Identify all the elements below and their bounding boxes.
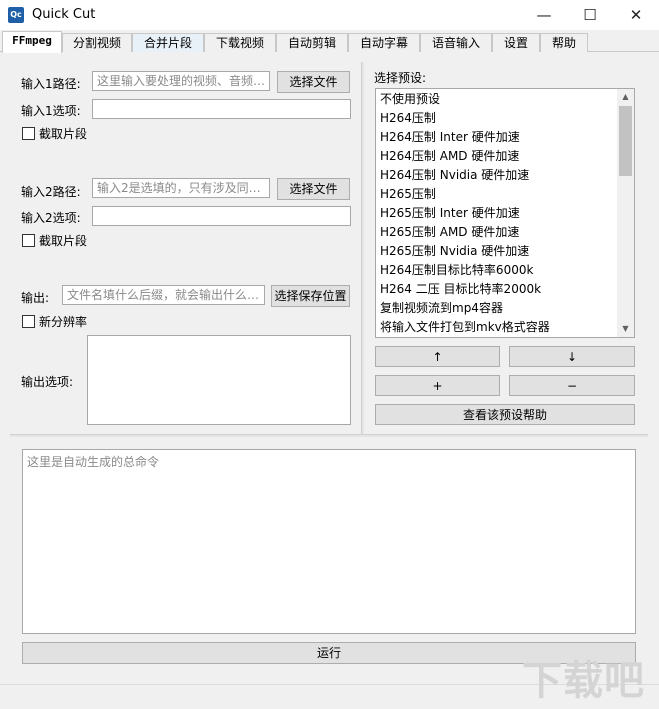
- preset-item[interactable]: H265压制 AMD 硬件加速: [380, 223, 519, 242]
- preset-item[interactable]: 将输入文件打包到mkv格式容器: [380, 318, 550, 337]
- tab-ffmpeg[interactable]: FFmpeg: [2, 31, 62, 53]
- output-label: 输出:: [21, 291, 50, 305]
- input2-select-file-button[interactable]: 选择文件: [277, 178, 350, 200]
- preset-item[interactable]: H264压制 AMD 硬件加速: [380, 147, 519, 166]
- preset-item[interactable]: H265压制 Inter 硬件加速: [380, 204, 520, 223]
- preset-item[interactable]: H265压制 Nvidia 硬件加速: [380, 242, 529, 261]
- remove-preset-button[interactable]: −: [509, 375, 635, 396]
- scroll-down-icon[interactable]: ▼: [619, 323, 632, 335]
- input1-options-field[interactable]: [92, 99, 351, 119]
- add-preset-button[interactable]: +: [375, 375, 500, 396]
- preset-help-button[interactable]: 查看该预设帮助: [375, 404, 635, 425]
- maximize-button[interactable]: ☐: [567, 0, 613, 30]
- input1-select-file-button[interactable]: 选择文件: [277, 71, 350, 93]
- input2-path-field[interactable]: 输入2是选填的，只有涉及同…: [92, 178, 270, 198]
- input2-options-field[interactable]: [92, 206, 351, 226]
- tab-settings[interactable]: 设置: [492, 33, 540, 52]
- tab-auto-edit[interactable]: 自动剪辑: [276, 33, 348, 52]
- scroll-thumb[interactable]: [619, 106, 632, 176]
- new-resolution-checkbox[interactable]: [22, 315, 35, 328]
- tab-help[interactable]: 帮助: [540, 33, 588, 52]
- vertical-divider[interactable]: [361, 62, 364, 434]
- preset-item[interactable]: H265压制: [380, 185, 436, 204]
- new-resolution-label: 新分辨率: [39, 315, 88, 329]
- output-options-field[interactable]: [87, 335, 351, 425]
- input1-clip-label: 截取片段: [39, 127, 88, 141]
- input2-clip-checkbox[interactable]: [22, 234, 35, 247]
- input1-options-label: 输入1选项:: [21, 104, 81, 118]
- horizontal-divider[interactable]: [10, 434, 648, 437]
- move-down-button[interactable]: ↓: [509, 346, 635, 367]
- watermark-logo: 下载吧: [522, 658, 645, 704]
- tab-auto-subtitle[interactable]: 自动字幕: [348, 33, 420, 52]
- preset-item[interactable]: H264压制 Inter 硬件加速: [380, 128, 520, 147]
- output-options-label: 输出选项:: [21, 375, 74, 389]
- preset-item[interactable]: H264压制 Nvidia 硬件加速: [380, 166, 529, 185]
- input2-path-label: 输入2路径:: [21, 185, 81, 199]
- move-up-button[interactable]: ↑: [375, 346, 500, 367]
- tab-download-video[interactable]: 下载视频: [204, 33, 276, 52]
- input2-clip-label: 截取片段: [39, 234, 88, 248]
- input1-path-field[interactable]: 这里输入要处理的视频、音频…: [92, 71, 270, 91]
- preset-item[interactable]: H264压制目标比特率6000k: [380, 261, 533, 280]
- input2-options-label: 输入2选项:: [21, 211, 81, 225]
- output-path-field[interactable]: 文件名填什么后缀，就会输出什么…: [62, 285, 265, 305]
- preset-item[interactable]: H264 二压 目标比特率2000k: [380, 280, 541, 299]
- minimize-button[interactable]: —: [521, 0, 567, 30]
- app-icon: Qc: [8, 7, 24, 23]
- input1-clip-checkbox[interactable]: [22, 127, 35, 140]
- window-title: Quick Cut: [32, 7, 96, 22]
- tab-voice-input[interactable]: 语音输入: [420, 33, 492, 52]
- preset-list[interactable]: 不使用预设 H264压制 H264压制 Inter 硬件加速 H264压制 AM…: [375, 88, 635, 338]
- close-button[interactable]: ✕: [613, 0, 659, 30]
- command-textarea[interactable]: 这里是自动生成的总命令: [22, 449, 636, 634]
- select-save-location-button[interactable]: 选择保存位置: [271, 285, 350, 307]
- preset-item[interactable]: H264压制: [380, 109, 436, 128]
- scroll-up-icon[interactable]: ▲: [619, 91, 632, 103]
- preset-label: 选择预设:: [374, 71, 427, 85]
- tab-merge-clips[interactable]: 合并片段: [132, 33, 204, 52]
- preset-item[interactable]: 不使用预设: [380, 90, 440, 109]
- input1-path-label: 输入1路径:: [21, 77, 81, 91]
- preset-item[interactable]: 复制视频流到mp4容器: [380, 299, 503, 318]
- tab-split-video[interactable]: 分割视频: [62, 33, 132, 52]
